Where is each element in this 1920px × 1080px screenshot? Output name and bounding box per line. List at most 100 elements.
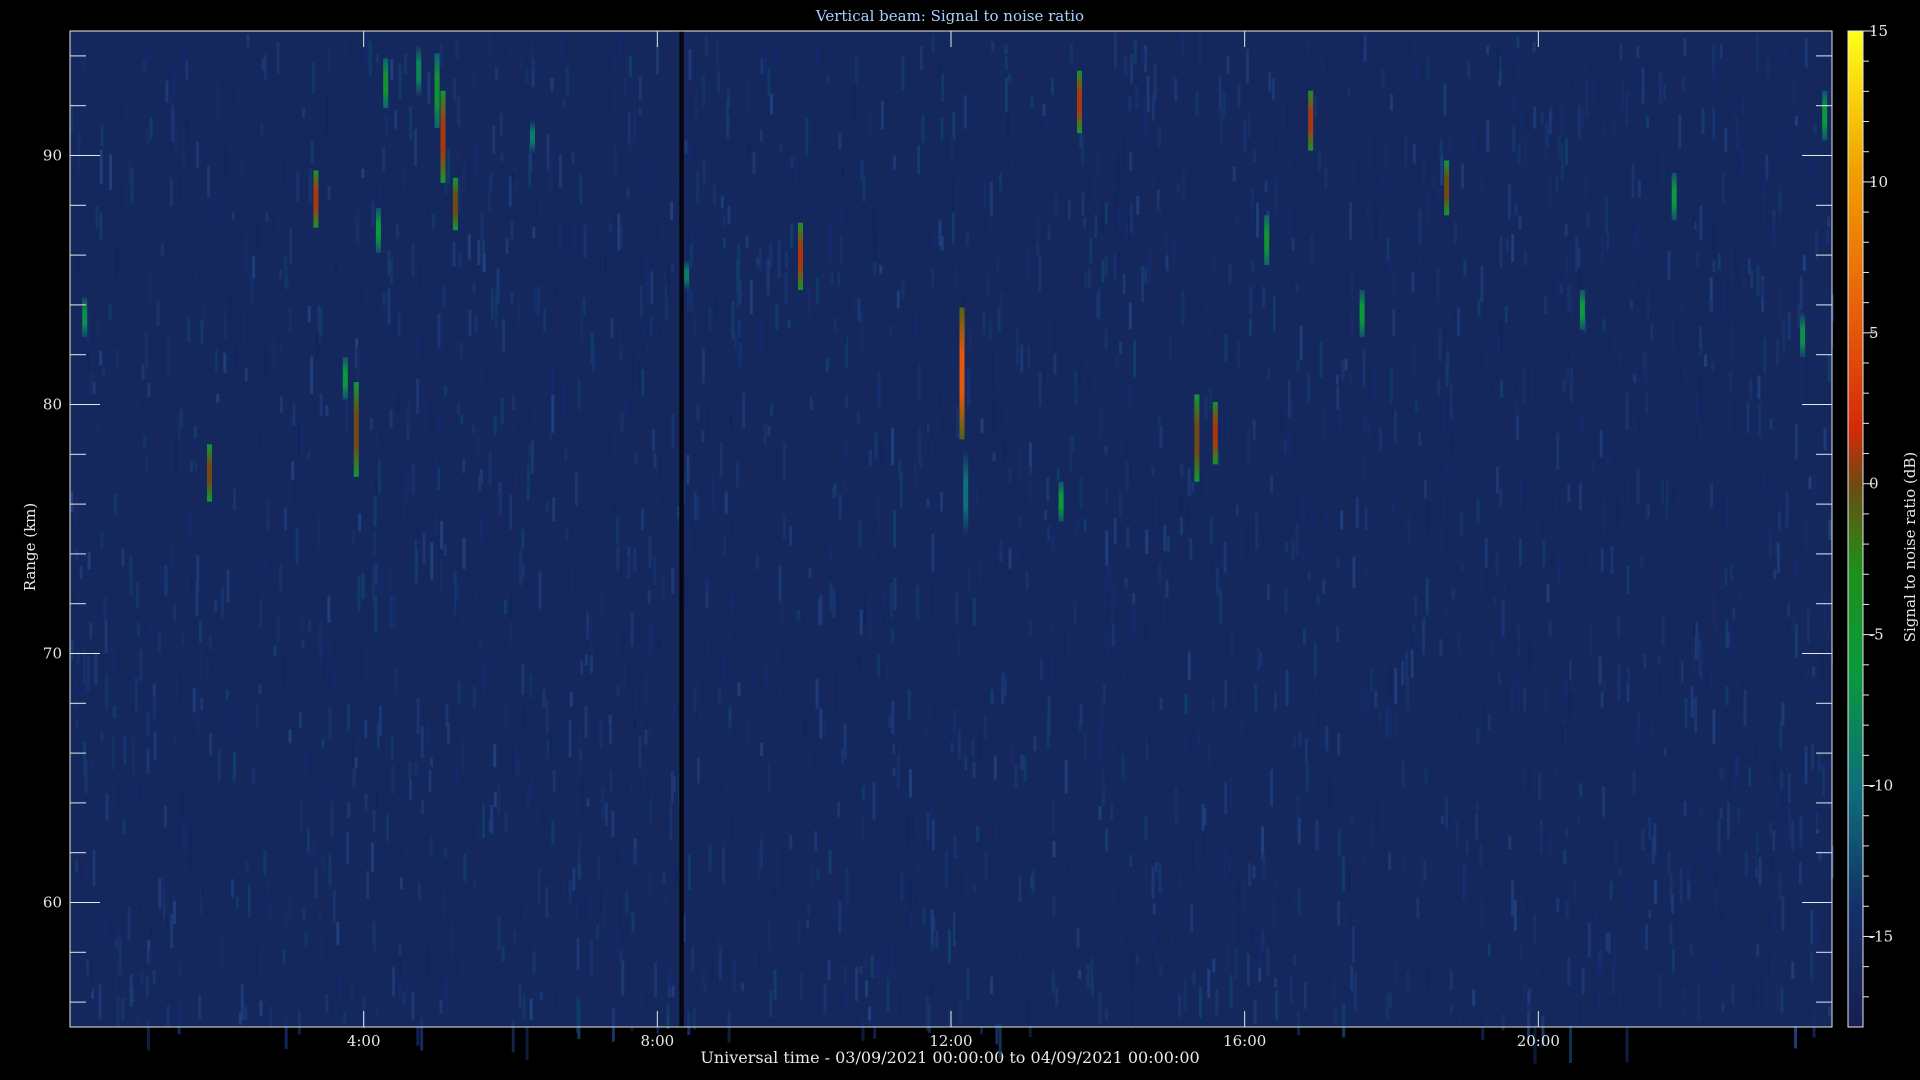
noise-cell	[687, 1011, 691, 1035]
noise-cell	[1418, 209, 1422, 245]
noise-cell	[861, 785, 865, 801]
noise-cell	[1249, 286, 1253, 315]
noise-cell	[429, 398, 433, 432]
noise-cell	[514, 743, 518, 774]
noise-cell	[931, 269, 934, 288]
noise-cell	[1732, 608, 1736, 621]
noise-cell	[510, 421, 514, 436]
noise-cell	[1142, 97, 1146, 133]
noise-cell	[1200, 468, 1204, 501]
noise-cell	[1130, 54, 1134, 85]
noise-cell	[609, 715, 612, 745]
noise-cell	[662, 871, 666, 886]
noise-cell	[1020, 344, 1024, 373]
noise-cell	[702, 158, 706, 185]
noise-cell	[1113, 517, 1117, 545]
noise-cell	[1511, 880, 1515, 916]
noise-cell	[291, 461, 295, 480]
noise-cell	[1154, 495, 1157, 533]
noise-cell	[90, 759, 94, 769]
noise-cell	[1471, 134, 1475, 159]
colorbar-tick-label: 10	[1869, 173, 1888, 191]
noise-cell	[545, 701, 549, 733]
noise-cell	[984, 853, 988, 880]
noise-cell	[1019, 945, 1023, 961]
noise-cell	[1187, 468, 1191, 497]
noise-cell	[833, 482, 837, 498]
noise-cell	[263, 850, 267, 876]
noise-cell	[221, 587, 224, 618]
noise-cell	[1564, 827, 1568, 839]
noise-cell	[1482, 700, 1486, 735]
noise-cell	[1759, 977, 1763, 1008]
noise-cell	[989, 181, 993, 216]
noise-cell	[214, 349, 218, 372]
noise-cell	[372, 565, 376, 602]
noise-cell	[1174, 78, 1178, 102]
noise-cell	[1548, 834, 1552, 858]
noise-cell	[475, 142, 478, 175]
colorbar-tick-label: -15	[1869, 927, 1893, 945]
noise-cell	[1600, 547, 1604, 572]
noise-cell	[1459, 709, 1463, 721]
echo-mark	[1212, 402, 1218, 465]
noise-cell	[1212, 252, 1216, 274]
noise-cell	[671, 414, 675, 448]
noise-cell	[1290, 975, 1294, 1005]
noise-cell	[1163, 525, 1167, 552]
noise-cell	[1212, 958, 1216, 973]
noise-cell	[439, 318, 443, 356]
noise-cell	[794, 148, 798, 186]
noise-cell	[356, 346, 360, 382]
noise-cell	[1599, 430, 1603, 457]
y-tick-label: 70	[43, 645, 62, 663]
noise-cell	[1003, 441, 1007, 463]
noise-cell	[1604, 197, 1608, 233]
noise-cell	[625, 890, 629, 914]
noise-cell	[1645, 506, 1648, 523]
noise-cell	[361, 573, 365, 599]
noise-cell	[1335, 374, 1339, 385]
noise-cell	[1313, 642, 1317, 678]
noise-cell	[272, 337, 276, 368]
noise-cell	[599, 888, 603, 914]
noise-cell	[868, 111, 872, 138]
noise-cell	[75, 677, 79, 694]
noise-cell	[1486, 119, 1490, 152]
noise-cell	[1389, 367, 1393, 404]
noise-cell	[774, 47, 778, 75]
noise-cell	[1564, 224, 1568, 237]
noise-cell	[629, 55, 633, 78]
noise-cell	[518, 983, 522, 1009]
noise-cell	[1225, 945, 1229, 975]
noise-cell	[898, 743, 902, 757]
noise-cell	[1258, 967, 1262, 982]
echo-mark	[798, 222, 803, 290]
noise-cell	[1411, 271, 1415, 292]
noise-cell	[1495, 553, 1499, 575]
noise-cell	[295, 528, 299, 565]
noise-cell	[151, 809, 155, 821]
noise-cell	[857, 653, 861, 670]
noise-cell	[334, 263, 338, 273]
noise-cell	[1267, 369, 1270, 380]
noise-cell	[164, 805, 167, 828]
noise-cell	[597, 854, 601, 882]
noise-cell	[1515, 212, 1519, 221]
noise-cell	[1018, 875, 1022, 903]
noise-cell	[1671, 319, 1675, 350]
noise-cell	[1352, 556, 1356, 589]
noise-cell	[471, 425, 475, 434]
noise-cell	[1687, 881, 1691, 900]
noise-cell	[1380, 174, 1384, 189]
noise-cell	[1542, 325, 1546, 353]
noise-cell	[1275, 990, 1279, 1020]
noise-cell	[492, 125, 496, 154]
noise-cell	[77, 48, 81, 62]
noise-cell	[1394, 668, 1398, 705]
noise-cell	[194, 461, 198, 471]
noise-cell	[387, 250, 391, 276]
noise-cell	[174, 436, 178, 474]
noise-cell	[1381, 800, 1385, 831]
noise-cell	[379, 705, 382, 736]
